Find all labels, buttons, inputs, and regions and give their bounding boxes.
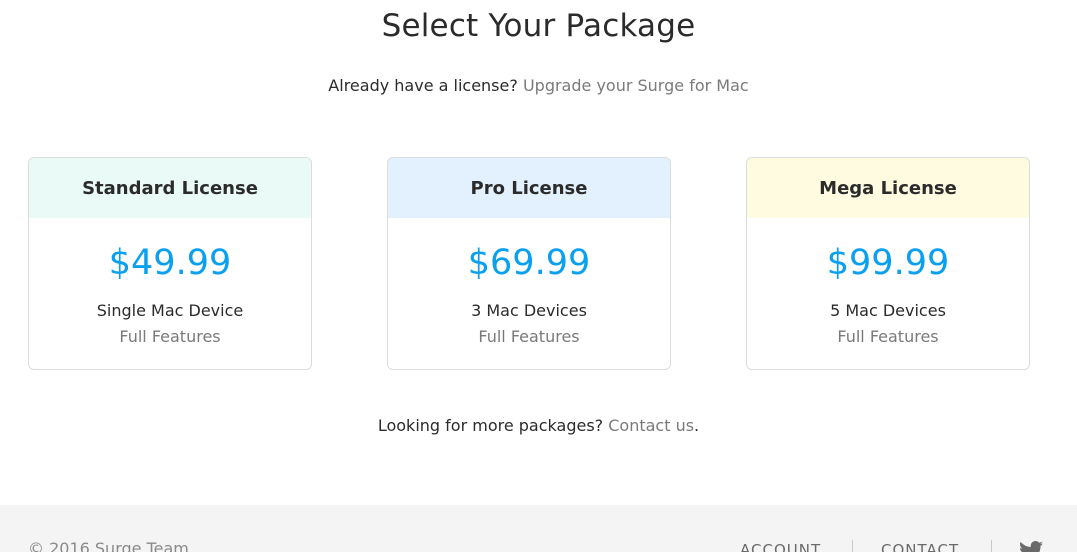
package-devices: 5 Mac Devices: [830, 301, 946, 320]
upgrade-link[interactable]: Upgrade your Surge for Mac: [523, 76, 749, 95]
package-card-mega[interactable]: Mega License $99.99 5 Mac Devices Full F…: [746, 157, 1030, 370]
package-devices: Single Mac Device: [96, 301, 244, 320]
copyright: © 2016 Surge Team: [28, 539, 189, 552]
package-price: $99.99: [826, 243, 950, 283]
footer-link-contact[interactable]: CONTACT: [881, 541, 959, 552]
package-devices: 3 Mac Devices: [471, 301, 587, 320]
package-name: Standard License: [29, 158, 311, 218]
footer-link-account[interactable]: ACCOUNT: [740, 541, 821, 552]
contact-us-link[interactable]: Contact us: [608, 416, 694, 435]
package-features: Full Features: [119, 327, 221, 346]
more-packages-period: .: [694, 416, 700, 435]
package-name: Pro License: [388, 158, 670, 218]
more-packages-line: Looking for more packages? Contact us.: [0, 416, 1077, 435]
package-features: Full Features: [837, 327, 939, 346]
upgrade-prompt-text: Already have a license?: [328, 76, 518, 95]
footer-divider: [991, 540, 992, 552]
package-card-pro[interactable]: Pro License $69.99 3 Mac Devices Full Fe…: [387, 157, 671, 370]
package-features: Full Features: [478, 327, 580, 346]
package-price: $69.99: [467, 243, 591, 283]
package-price: $49.99: [108, 243, 232, 283]
footer: © 2016 Surge Team ACCOUNT CONTACT: [0, 505, 1077, 552]
package-card-standard[interactable]: Standard License $49.99 Single Mac Devic…: [28, 157, 312, 370]
page-title: Select Your Package: [381, 8, 696, 44]
more-packages-text: Looking for more packages?: [377, 416, 604, 435]
license-upgrade-line: Already have a license? Upgrade your Sur…: [0, 76, 1077, 95]
package-name: Mega License: [747, 158, 1029, 218]
twitter-icon[interactable]: [1019, 541, 1043, 552]
footer-divider: [852, 540, 853, 552]
